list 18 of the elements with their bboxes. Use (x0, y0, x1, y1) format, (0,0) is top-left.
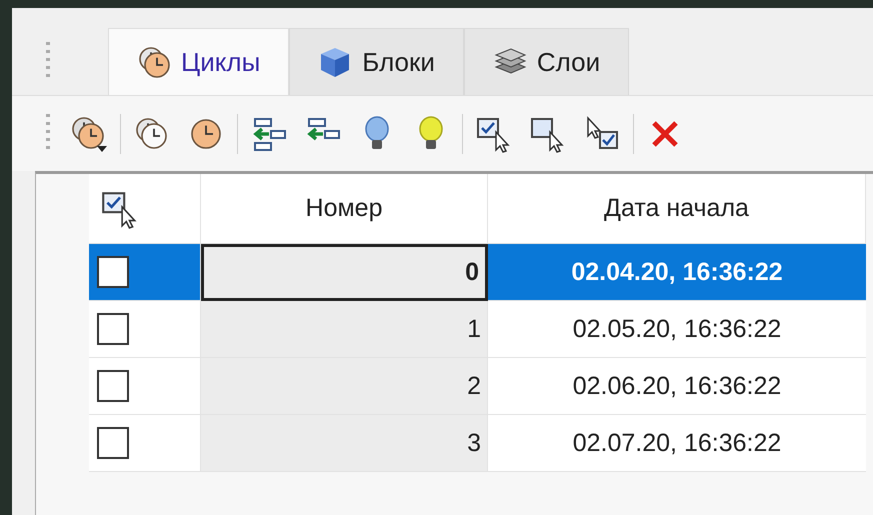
table-cell: 02.05.20, 16:36:22 (488, 301, 866, 358)
tab[interactable]: Циклы (108, 28, 290, 95)
checkbox[interactable] (97, 313, 129, 345)
checkbox[interactable] (97, 427, 129, 459)
tab[interactable]: Блоки (289, 28, 464, 95)
checkbox[interactable] (97, 370, 129, 402)
checkbox[interactable] (97, 256, 129, 288)
table-cell: 1 (201, 301, 488, 358)
table-cell: 0 (201, 244, 488, 301)
table-cell: 02.06.20, 16:36:22 (488, 358, 866, 415)
layers-icon (494, 48, 526, 74)
tab[interactable]: Слои (464, 28, 630, 95)
table-cell: 02.04.20, 16:36:22 (488, 244, 866, 301)
clock-stack-icon (139, 47, 170, 78)
table-cell: 02.07.20, 16:36:22 (488, 415, 866, 472)
table-cell: 2 (201, 358, 488, 415)
table-cell: 3 (201, 415, 488, 472)
cube-icon (321, 48, 350, 77)
